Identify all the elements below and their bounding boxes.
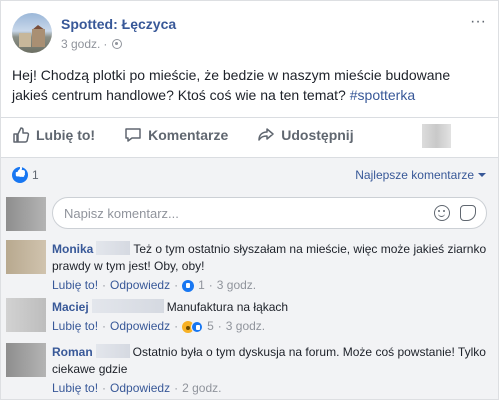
- page-name-link[interactable]: Spotted: Łęczyca: [61, 16, 176, 32]
- comment-author[interactable]: Monika: [52, 242, 93, 256]
- action-separator: ·: [174, 381, 179, 395]
- avatar-building: [19, 33, 31, 47]
- globe-icon: [112, 39, 123, 49]
- action-separator: ·: [217, 319, 222, 333]
- avatar[interactable]: [6, 343, 46, 377]
- meta-separator: ·: [103, 37, 108, 51]
- avatar[interactable]: [6, 298, 46, 332]
- comments-section: 1 Najlepsze komentarze MonikaTeż o tym o…: [1, 157, 498, 399]
- comment-time[interactable]: 2 godz.: [182, 380, 221, 397]
- action-separator: ·: [174, 278, 179, 292]
- action-separator: ·: [102, 278, 107, 292]
- comment-reply-link[interactable]: Odpowiedz: [110, 380, 170, 397]
- action-separator: ·: [208, 278, 213, 292]
- chevron-down-icon: [478, 173, 486, 177]
- comment-like-link[interactable]: Lubię to!: [52, 380, 98, 397]
- avatar[interactable]: [6, 240, 46, 274]
- share-label: Udostępnij: [281, 127, 354, 143]
- redacted-surname: [91, 299, 164, 313]
- comment: Monika Też o tym ostatnio słyszałam na mi…: [52, 241, 492, 294]
- comment-input[interactable]: [53, 198, 413, 228]
- comment: Roman Ostatnio była o tym dyskusja na for…: [52, 344, 492, 397]
- profile-selector[interactable]: [422, 124, 451, 148]
- thumbs-up-icon: [13, 127, 30, 143]
- comment-reply-link[interactable]: Odpowiedz: [110, 318, 170, 335]
- comment-reaction-count[interactable]: 1: [198, 277, 205, 294]
- post-meta: 3 godz. ·: [61, 37, 123, 51]
- sort-label: Najlepsze komentarze: [355, 168, 474, 182]
- comment: Maciej Manufaktura na łąkach Lubię to! · …: [52, 299, 492, 335]
- like-reaction-icon: [182, 279, 195, 292]
- hashtag-link[interactable]: #spotterka: [350, 87, 415, 103]
- comment-actions: Lubię to! · Odpowiedz · 1 · 3 godz.: [52, 277, 492, 294]
- comment-box: [52, 197, 487, 229]
- comment-icon: [125, 128, 141, 142]
- ellipsis-icon[interactable]: ···: [470, 13, 486, 31]
- like-reaction-icon: [12, 167, 28, 183]
- action-separator: ·: [102, 381, 107, 395]
- post-text: Hej! Chodzą plotki po mieście, że bedzie…: [12, 65, 482, 105]
- comment-sort-dropdown[interactable]: Najlepsze komentarze: [355, 168, 486, 182]
- comment-reply-link[interactable]: Odpowiedz: [110, 277, 170, 294]
- post-action-bar: Lubię to! Komentarze Udostępnij: [1, 117, 498, 152]
- share-icon: [258, 128, 274, 141]
- comment-time[interactable]: 3 godz.: [217, 277, 256, 294]
- comment-actions: Lubię to! · Odpowiedz · 2 godz.: [52, 380, 492, 397]
- comment-time[interactable]: 3 godz.: [226, 318, 265, 335]
- comment-author[interactable]: Roman: [52, 345, 93, 359]
- action-separator: ·: [174, 319, 179, 333]
- reaction-count: 1: [32, 168, 39, 182]
- share-button[interactable]: Udostępnij: [257, 126, 354, 144]
- comment-reaction-count[interactable]: 5: [207, 318, 214, 335]
- page-avatar[interactable]: [12, 13, 52, 53]
- comment-like-link[interactable]: Lubię to!: [52, 277, 98, 294]
- comment-text: Manufaktura na łąkach: [166, 300, 289, 314]
- redacted-surname: [96, 241, 131, 255]
- action-separator: ·: [102, 319, 107, 333]
- reaction-icons: [182, 320, 204, 333]
- post-time[interactable]: 3 godz.: [61, 37, 100, 51]
- post-card: Spotted: Łęczyca 3 godz. · ··· Hej! Chod…: [0, 0, 499, 400]
- sticker-icon[interactable]: [460, 205, 476, 221]
- comment-author[interactable]: Maciej: [52, 300, 89, 314]
- emoji-icon[interactable]: [434, 205, 450, 221]
- like-button[interactable]: Lubię to!: [12, 126, 95, 144]
- reaction-summary[interactable]: 1: [12, 167, 39, 183]
- comment-button[interactable]: Komentarze: [124, 126, 228, 144]
- comment-label: Komentarze: [148, 127, 229, 143]
- comment-actions: Lubię to! · Odpowiedz · 5 · 3 godz.: [52, 318, 492, 335]
- redacted-surname: [95, 344, 130, 358]
- like-label: Lubię to!: [36, 127, 96, 143]
- comment-like-link[interactable]: Lubię to!: [52, 318, 98, 335]
- avatar[interactable]: [6, 197, 46, 231]
- like-reaction-icon: [191, 320, 204, 333]
- avatar-building: [32, 29, 45, 47]
